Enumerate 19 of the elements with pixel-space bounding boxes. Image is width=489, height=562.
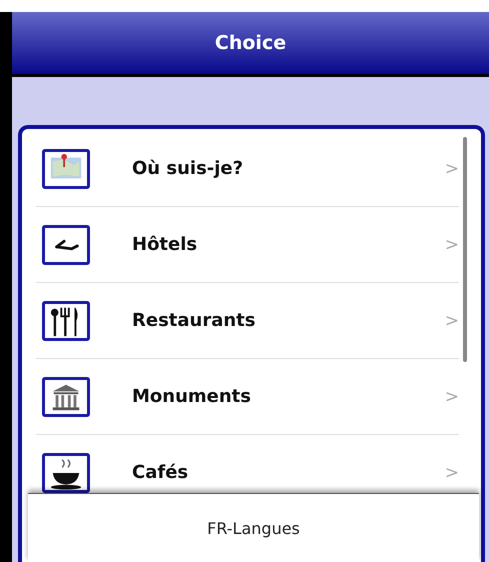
item-label: Hôtels xyxy=(132,234,198,255)
cutlery-icon xyxy=(42,300,90,340)
item-label: Où suis-je? xyxy=(132,158,244,179)
chevron-icon: > xyxy=(444,386,459,406)
chevron-icon: > xyxy=(444,462,459,482)
item-label: Restaurants xyxy=(132,310,257,331)
item-label: Cafés xyxy=(132,462,190,483)
temple-icon xyxy=(42,376,90,416)
menu-item[interactable]: Hôtels > xyxy=(36,207,459,283)
menu-item[interactable]: Monuments > xyxy=(36,359,459,435)
menu-item[interactable]: Restaurants > xyxy=(36,283,459,359)
item-label: Monuments xyxy=(132,386,252,407)
menu-option[interactable]: FR-Langues xyxy=(207,518,300,538)
menu-item[interactable]: Où suis-je? > xyxy=(36,131,459,207)
map-icon xyxy=(42,148,90,188)
chevron-icon: > xyxy=(444,310,459,330)
chevron-icon: > xyxy=(444,158,459,178)
screen-title: Choice xyxy=(214,32,286,54)
chevron-icon: > xyxy=(444,234,459,254)
